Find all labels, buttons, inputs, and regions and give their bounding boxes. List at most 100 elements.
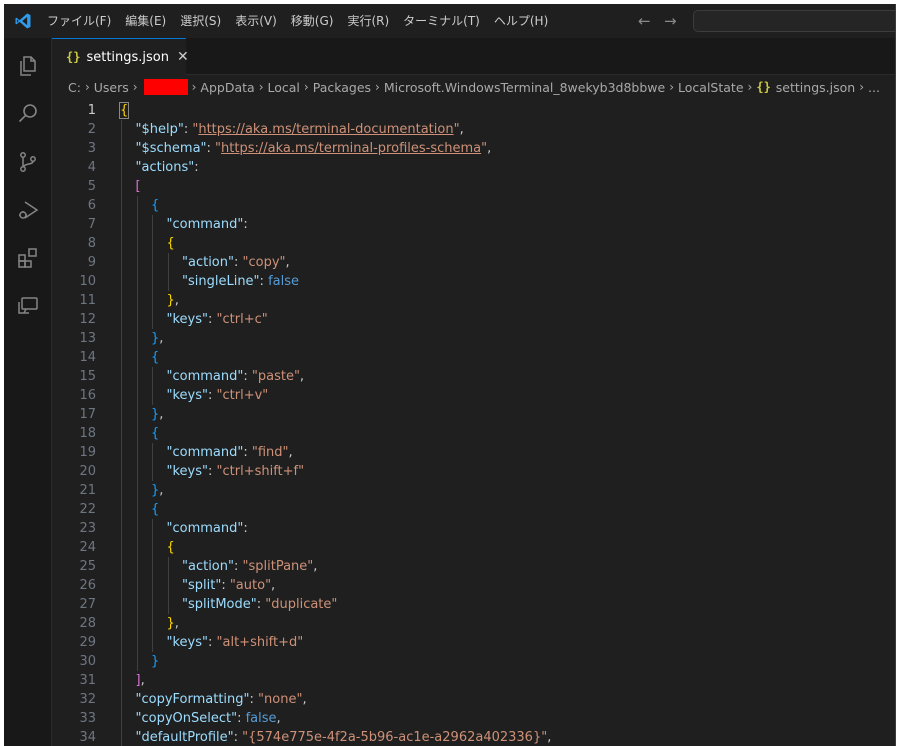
code-token: : — [206, 141, 216, 156]
code-line[interactable]: 22 { — [52, 500, 896, 519]
code-token: "ctrl+shift+f" — [216, 464, 305, 479]
back-arrow-icon[interactable]: ← — [638, 12, 651, 30]
code-line[interactable]: 13}, — [52, 329, 896, 348]
code-line[interactable]: 20 "keys": "ctrl+shift+f" — [52, 462, 896, 481]
code-line[interactable]: 27 "splitMode": "duplicate" — [52, 595, 896, 614]
code-line[interactable]: 9 "action": "copy", — [52, 253, 896, 272]
indent-guide — [136, 519, 138, 538]
line-number: 14 — [79, 350, 96, 365]
indent-guide — [152, 386, 153, 405]
menu-item[interactable]: 表示(V) — [228, 10, 284, 32]
indent-guide — [152, 253, 153, 272]
code-line[interactable]: 4 "actions": — [52, 158, 896, 177]
code-token: , — [299, 369, 305, 384]
code-line[interactable]: 33 "copyOnSelect": false, — [52, 709, 896, 728]
breadcrumb-item[interactable]: AppData — [200, 80, 254, 95]
menu-item[interactable]: ヘルプ(H) — [487, 10, 555, 32]
indent-guide — [121, 709, 122, 728]
code-token: , — [140, 673, 145, 688]
code-line[interactable]: 16 "keys": "ctrl+v" — [52, 386, 896, 405]
breadcrumb-item[interactable]: Packages — [313, 80, 371, 95]
code-token: : — [208, 635, 217, 650]
code-line[interactable]: 7 "command": — [52, 215, 896, 234]
code-token: "splitMode" — [182, 597, 257, 612]
code-line[interactable]: 3 "$schema": "https://aka.ms/terminal-pro… — [52, 139, 896, 158]
explorer-icon[interactable] — [16, 54, 40, 78]
breadcrumb-item[interactable]: Users — [94, 80, 129, 95]
forward-arrow-icon[interactable]: → — [664, 12, 677, 30]
run-debug-icon[interactable] — [16, 198, 40, 222]
menu-item[interactable]: ファイル(F) — [40, 10, 118, 32]
code-line[interactable]: 19 "command": "find", — [52, 443, 896, 462]
code-token: "keys" — [166, 635, 209, 650]
editor-area: {} settings.json ✕ C: › Users › › AppDat… — [52, 38, 896, 746]
extensions-icon[interactable] — [16, 246, 40, 270]
remote-explorer-icon[interactable] — [16, 294, 40, 318]
code-line[interactable]: 26 "split": "auto", — [52, 576, 896, 595]
code-token: , — [271, 578, 276, 593]
code-line[interactable]: 17}, — [52, 405, 896, 424]
code-text: ], — [136, 671, 145, 690]
indent-guide — [121, 652, 122, 671]
code-line[interactable]: 32 "copyFormatting": "none", — [52, 690, 896, 709]
breadcrumb-item[interactable]: C: — [68, 80, 81, 95]
code-line[interactable]: 21}, — [52, 481, 896, 500]
code-token: "keys" — [166, 312, 209, 327]
code-line[interactable]: 29 "keys": "alt+shift+d" — [52, 633, 896, 652]
code-token: : — [208, 388, 217, 403]
indent-guide — [121, 633, 122, 652]
code-line[interactable]: 25 "action": "splitPane", — [52, 557, 896, 576]
indent-guide — [121, 538, 122, 557]
code-line[interactable]: 1{ — [52, 101, 896, 120]
indent-guide — [136, 253, 138, 272]
menu-item[interactable]: 編集(E) — [118, 10, 173, 32]
redacted-username — [143, 79, 188, 95]
code-line[interactable]: 23 "command": — [52, 519, 896, 538]
indent-guide — [121, 500, 122, 519]
code-line[interactable]: 24 { — [52, 538, 896, 557]
code-line[interactable]: 30} — [52, 652, 896, 671]
indent-guide — [152, 291, 153, 310]
code-line[interactable]: 5[ — [52, 177, 896, 196]
line-number: 8 — [87, 236, 96, 251]
code-text: }, — [151, 329, 163, 348]
code-line[interactable]: 18 { — [52, 424, 896, 443]
code-text: }, — [167, 614, 179, 633]
search-icon[interactable] — [16, 102, 40, 126]
code-line[interactable]: 11}, — [52, 291, 896, 310]
line-number: 7 — [87, 217, 96, 232]
tab-settings-json[interactable]: {} settings.json ✕ — [52, 38, 189, 75]
code-text: "$help": "https://aka.ms/terminal-docume… — [136, 120, 464, 139]
code-line[interactable]: 15 "command": "paste", — [52, 367, 896, 386]
source-control-icon[interactable] — [16, 150, 40, 174]
code-line[interactable]: 8{ — [52, 234, 896, 253]
breadcrumb-item[interactable]: Local — [268, 80, 300, 95]
code-editor[interactable]: 1{2 "$help": "https://aka.ms/terminal-doc… — [52, 99, 896, 746]
breadcrumb-ellipsis[interactable]: ... — [868, 80, 880, 95]
code-line[interactable]: 2 "$help": "https://aka.ms/terminal-docum… — [52, 120, 896, 139]
breadcrumb-item[interactable]: LocalState — [678, 80, 744, 95]
menu-item[interactable]: 選択(S) — [173, 10, 228, 32]
breadcrumb-item[interactable]: Microsoft.WindowsTerminal_8wekyb3d8bbwe — [384, 80, 665, 95]
code-token: https://aka.ms/terminal-documentation — [198, 122, 454, 137]
indent-guide — [136, 367, 138, 386]
code-line[interactable]: 34 "defaultProfile": "{574e775e-4f2a-5b96… — [52, 728, 896, 746]
close-icon[interactable]: ✕ — [177, 49, 189, 65]
code-token: "alt+shift+d" — [216, 635, 304, 650]
menu-item[interactable]: 実行(R) — [340, 10, 396, 32]
code-line[interactable]: 6{ — [52, 196, 896, 215]
code-token: : — [194, 160, 199, 175]
code-line[interactable]: 12 "keys": "ctrl+c" — [52, 310, 896, 329]
code-line[interactable]: 14 { — [52, 348, 896, 367]
line-number: 20 — [79, 464, 96, 479]
code-line[interactable]: 31], — [52, 671, 896, 690]
code-line[interactable]: 28}, — [52, 614, 896, 633]
menu-item[interactable]: 移動(G) — [284, 10, 341, 32]
code-line[interactable]: 10 "singleLine": false — [52, 272, 896, 291]
breadcrumb-file[interactable]: settings.json — [776, 80, 855, 95]
code-token: https://aka.ms/terminal-profiles-schema — [221, 141, 482, 156]
code-text: { — [151, 500, 159, 519]
command-center-search[interactable] — [693, 10, 896, 32]
indent-guide — [121, 481, 122, 500]
menu-item[interactable]: ターミナル(T) — [396, 10, 487, 32]
